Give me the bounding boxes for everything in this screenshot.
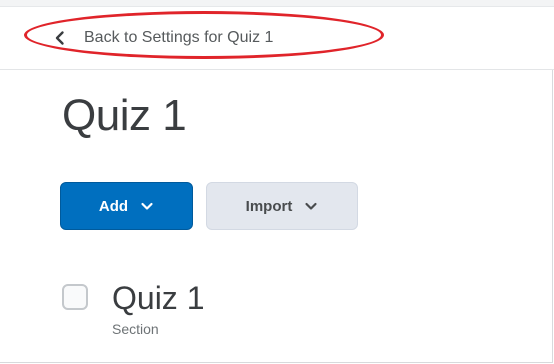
chevron-down-icon bbox=[304, 199, 318, 213]
chevron-left-icon bbox=[52, 30, 68, 46]
back-link-label: Back to Settings for Quiz 1 bbox=[84, 29, 274, 46]
browser-top-strip bbox=[0, 0, 554, 7]
list-item: Quiz 1 Section bbox=[62, 278, 522, 342]
add-button-label: Add bbox=[98, 197, 129, 215]
navigation-bar: Back to Settings for Quiz 1 bbox=[0, 7, 554, 70]
chevron-down-icon bbox=[140, 199, 154, 213]
page-title: Quiz 1 bbox=[62, 91, 187, 140]
back-to-settings-link[interactable]: Back to Settings for Quiz 1 bbox=[52, 26, 273, 50]
import-button-label: Import bbox=[245, 197, 293, 215]
import-button[interactable]: Import bbox=[206, 182, 358, 230]
add-button[interactable]: Add bbox=[60, 182, 193, 230]
item-type-label: Section bbox=[112, 321, 159, 337]
item-select-checkbox[interactable] bbox=[62, 284, 88, 310]
item-title-link[interactable]: Quiz 1 bbox=[112, 278, 204, 318]
